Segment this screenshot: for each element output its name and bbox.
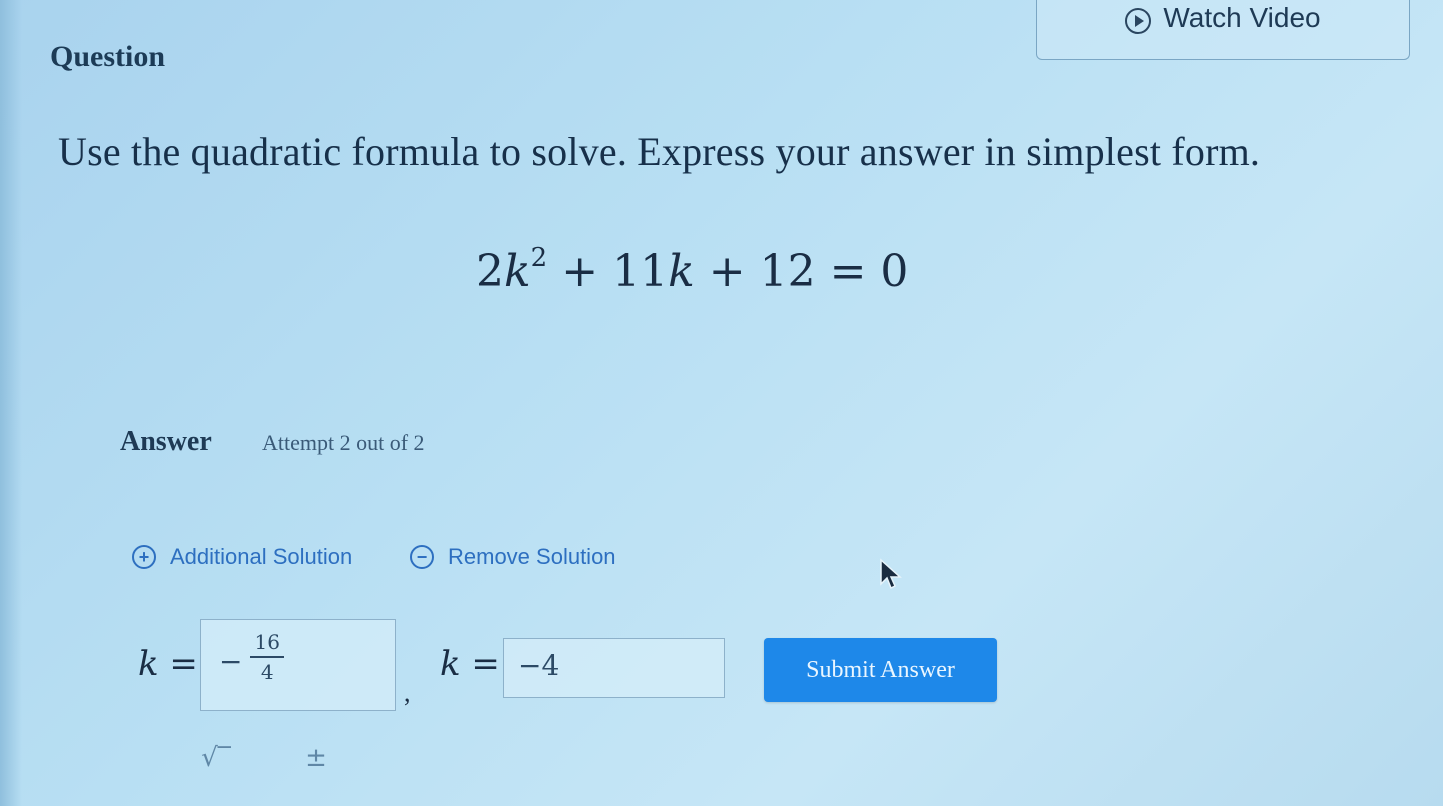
plus-circle-icon: + <box>132 545 156 569</box>
fraction: 16 4 <box>248 630 285 684</box>
solution-2-label: k = <box>440 644 500 684</box>
fraction-minus-sign: − <box>219 644 243 678</box>
additional-solution-button[interactable]: + Additional Solution <box>132 544 352 570</box>
mouse-cursor-icon <box>880 558 902 590</box>
remove-solution-button[interactable]: − Remove Solution <box>410 544 616 570</box>
solution-1-variable: k <box>138 644 159 684</box>
equation-coefficient: 2 <box>476 246 504 297</box>
solution-1-fraction: − 16 4 <box>219 630 286 684</box>
equation-variable: k <box>504 246 531 297</box>
solution-1-equals: = <box>169 644 198 684</box>
quadratic-equation: 2k2 + 11k + 12 = 0 <box>476 243 909 297</box>
watch-video-label: Watch Video <box>1163 2 1321 33</box>
question-prompt: Use the quadratic formula to solve. Expr… <box>58 129 1261 174</box>
fraction-denominator: 4 <box>260 660 274 684</box>
left-edge-shadow <box>0 0 22 806</box>
answer-heading: Answer <box>120 426 212 457</box>
square-root-tool-button[interactable]: √‾ <box>190 736 242 780</box>
watch-video-button[interactable]: Watch Video <box>1036 0 1410 60</box>
attempt-counter: Attempt 2 out of 2 <box>262 430 425 455</box>
minus-circle-icon: − <box>410 545 434 569</box>
solution-2-variable: k <box>440 644 461 684</box>
plus-minus-tool-button[interactable]: ± <box>290 736 342 780</box>
equation-end: + 12 = 0 <box>708 246 909 297</box>
solution-1-input[interactable]: − 16 4 <box>200 619 396 711</box>
solution-1-label: k = <box>138 644 198 684</box>
solution-2-equals: = <box>471 644 500 684</box>
fraction-numerator: 16 <box>254 630 280 654</box>
play-circle-icon <box>1125 8 1152 34</box>
solution-separator: , <box>404 678 411 707</box>
additional-solution-label: Additional Solution <box>170 544 353 569</box>
equation-exponent: 2 <box>530 243 548 274</box>
solution-2-input[interactable]: −4 <box>503 638 725 698</box>
submit-answer-button[interactable]: Submit Answer <box>764 638 997 702</box>
remove-solution-label: Remove Solution <box>448 544 616 569</box>
equation-middle-term: + 11 <box>561 246 669 297</box>
question-heading: Question <box>50 40 166 73</box>
equation-variable-2: k <box>668 246 695 297</box>
solution-2-value: −4 <box>518 649 560 682</box>
